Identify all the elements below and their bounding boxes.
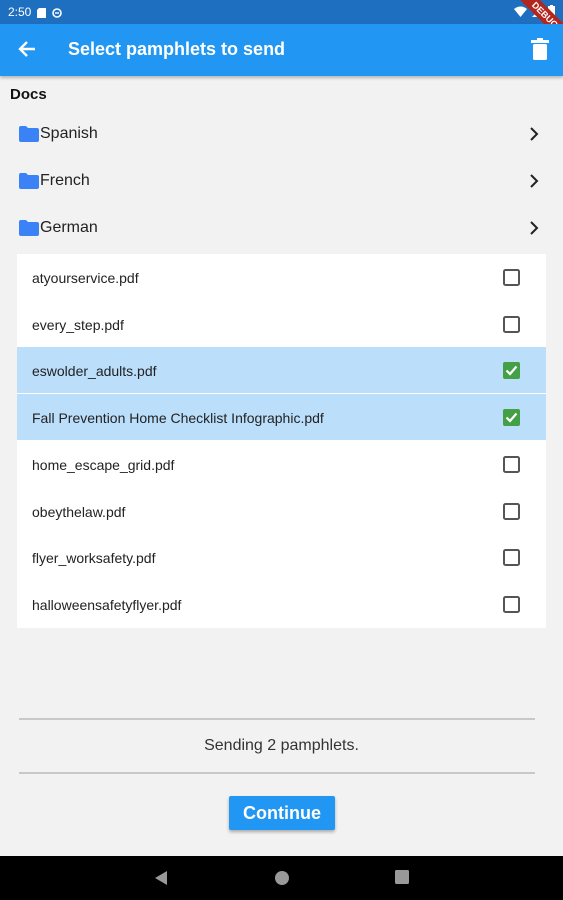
folder-item-spanish[interactable]: Spanish	[0, 112, 563, 158]
file-row[interactable]: eswolder_adults.pdf	[17, 347, 546, 394]
home-circle-icon[interactable]	[274, 870, 290, 886]
file-name: atyourservice.pdf	[32, 270, 139, 286]
file-row[interactable]: Fall Prevention Home Checklist Infograph…	[17, 394, 546, 441]
file-row[interactable]: flyer_worksafety.pdf	[17, 534, 546, 580]
wifi-icon	[514, 6, 527, 20]
delete-icon[interactable]	[531, 38, 549, 60]
file-name: eswolder_adults.pdf	[32, 363, 157, 380]
section-title: Docs	[10, 86, 47, 103]
system-nav-bar	[0, 856, 563, 900]
file-row[interactable]: atyourservice.pdf	[17, 254, 546, 300]
file-row[interactable]: home_escape_grid.pdf	[17, 441, 546, 487]
sd-card-icon	[37, 7, 47, 18]
file-name: every_step.pdf	[32, 316, 124, 333]
checkbox-unchecked[interactable]	[503, 549, 520, 567]
file-name: home_escape_grid.pdf	[32, 456, 175, 473]
folder-label: French	[40, 172, 90, 189]
file-row[interactable]: every_step.pdf	[17, 301, 546, 347]
folder-item-german[interactable]: German	[0, 206, 563, 252]
checkbox-unchecked[interactable]	[503, 595, 520, 613]
recents-square-icon[interactable]	[395, 870, 409, 884]
back-arrow-icon[interactable]	[16, 38, 38, 60]
checkbox-unchecked[interactable]	[503, 455, 520, 473]
checkbox-checked[interactable]	[503, 362, 520, 380]
folder-label: Spanish	[40, 125, 98, 142]
checkbox-unchecked[interactable]	[503, 502, 520, 520]
status-bar: 2:50 DEBUG	[0, 0, 563, 49]
file-name: halloweensafetyflyer.pdf	[32, 596, 182, 613]
continue-button[interactable]: Continue	[229, 796, 335, 830]
page-title: Select pamphlets to send	[68, 39, 286, 59]
checkbox-checked[interactable]	[503, 409, 520, 427]
folder-label: German	[40, 219, 98, 236]
app-bar: Select pamphlets to send	[0, 24, 563, 76]
sync-icon	[52, 7, 63, 18]
folder-icon	[19, 173, 39, 189]
divider	[19, 718, 535, 720]
folder-icon	[19, 220, 39, 236]
file-name: flyer_worksafety.pdf	[32, 550, 156, 567]
chevron-right-icon	[529, 174, 539, 188]
file-name: Fall Prevention Home Checklist Infograph…	[32, 410, 324, 427]
file-name: obeythelaw.pdf	[32, 503, 126, 520]
file-row[interactable]: halloweensafetyflyer.pdf	[17, 581, 546, 627]
back-triangle-icon[interactable]	[154, 870, 168, 886]
status-time: 2:50	[8, 5, 32, 19]
checkbox-unchecked[interactable]	[503, 315, 520, 333]
folder-item-french[interactable]: French	[0, 159, 563, 205]
folder-icon	[19, 126, 39, 142]
checkbox-unchecked[interactable]	[503, 269, 520, 286]
file-list: atyourservice.pdf every_step.pdf eswolde…	[17, 254, 546, 628]
chevron-right-icon	[529, 221, 539, 235]
divider	[19, 772, 535, 774]
file-row[interactable]: obeythelaw.pdf	[17, 488, 546, 534]
sending-status-text: Sending 2 pamphlets.	[204, 737, 359, 754]
chevron-right-icon	[529, 127, 539, 141]
